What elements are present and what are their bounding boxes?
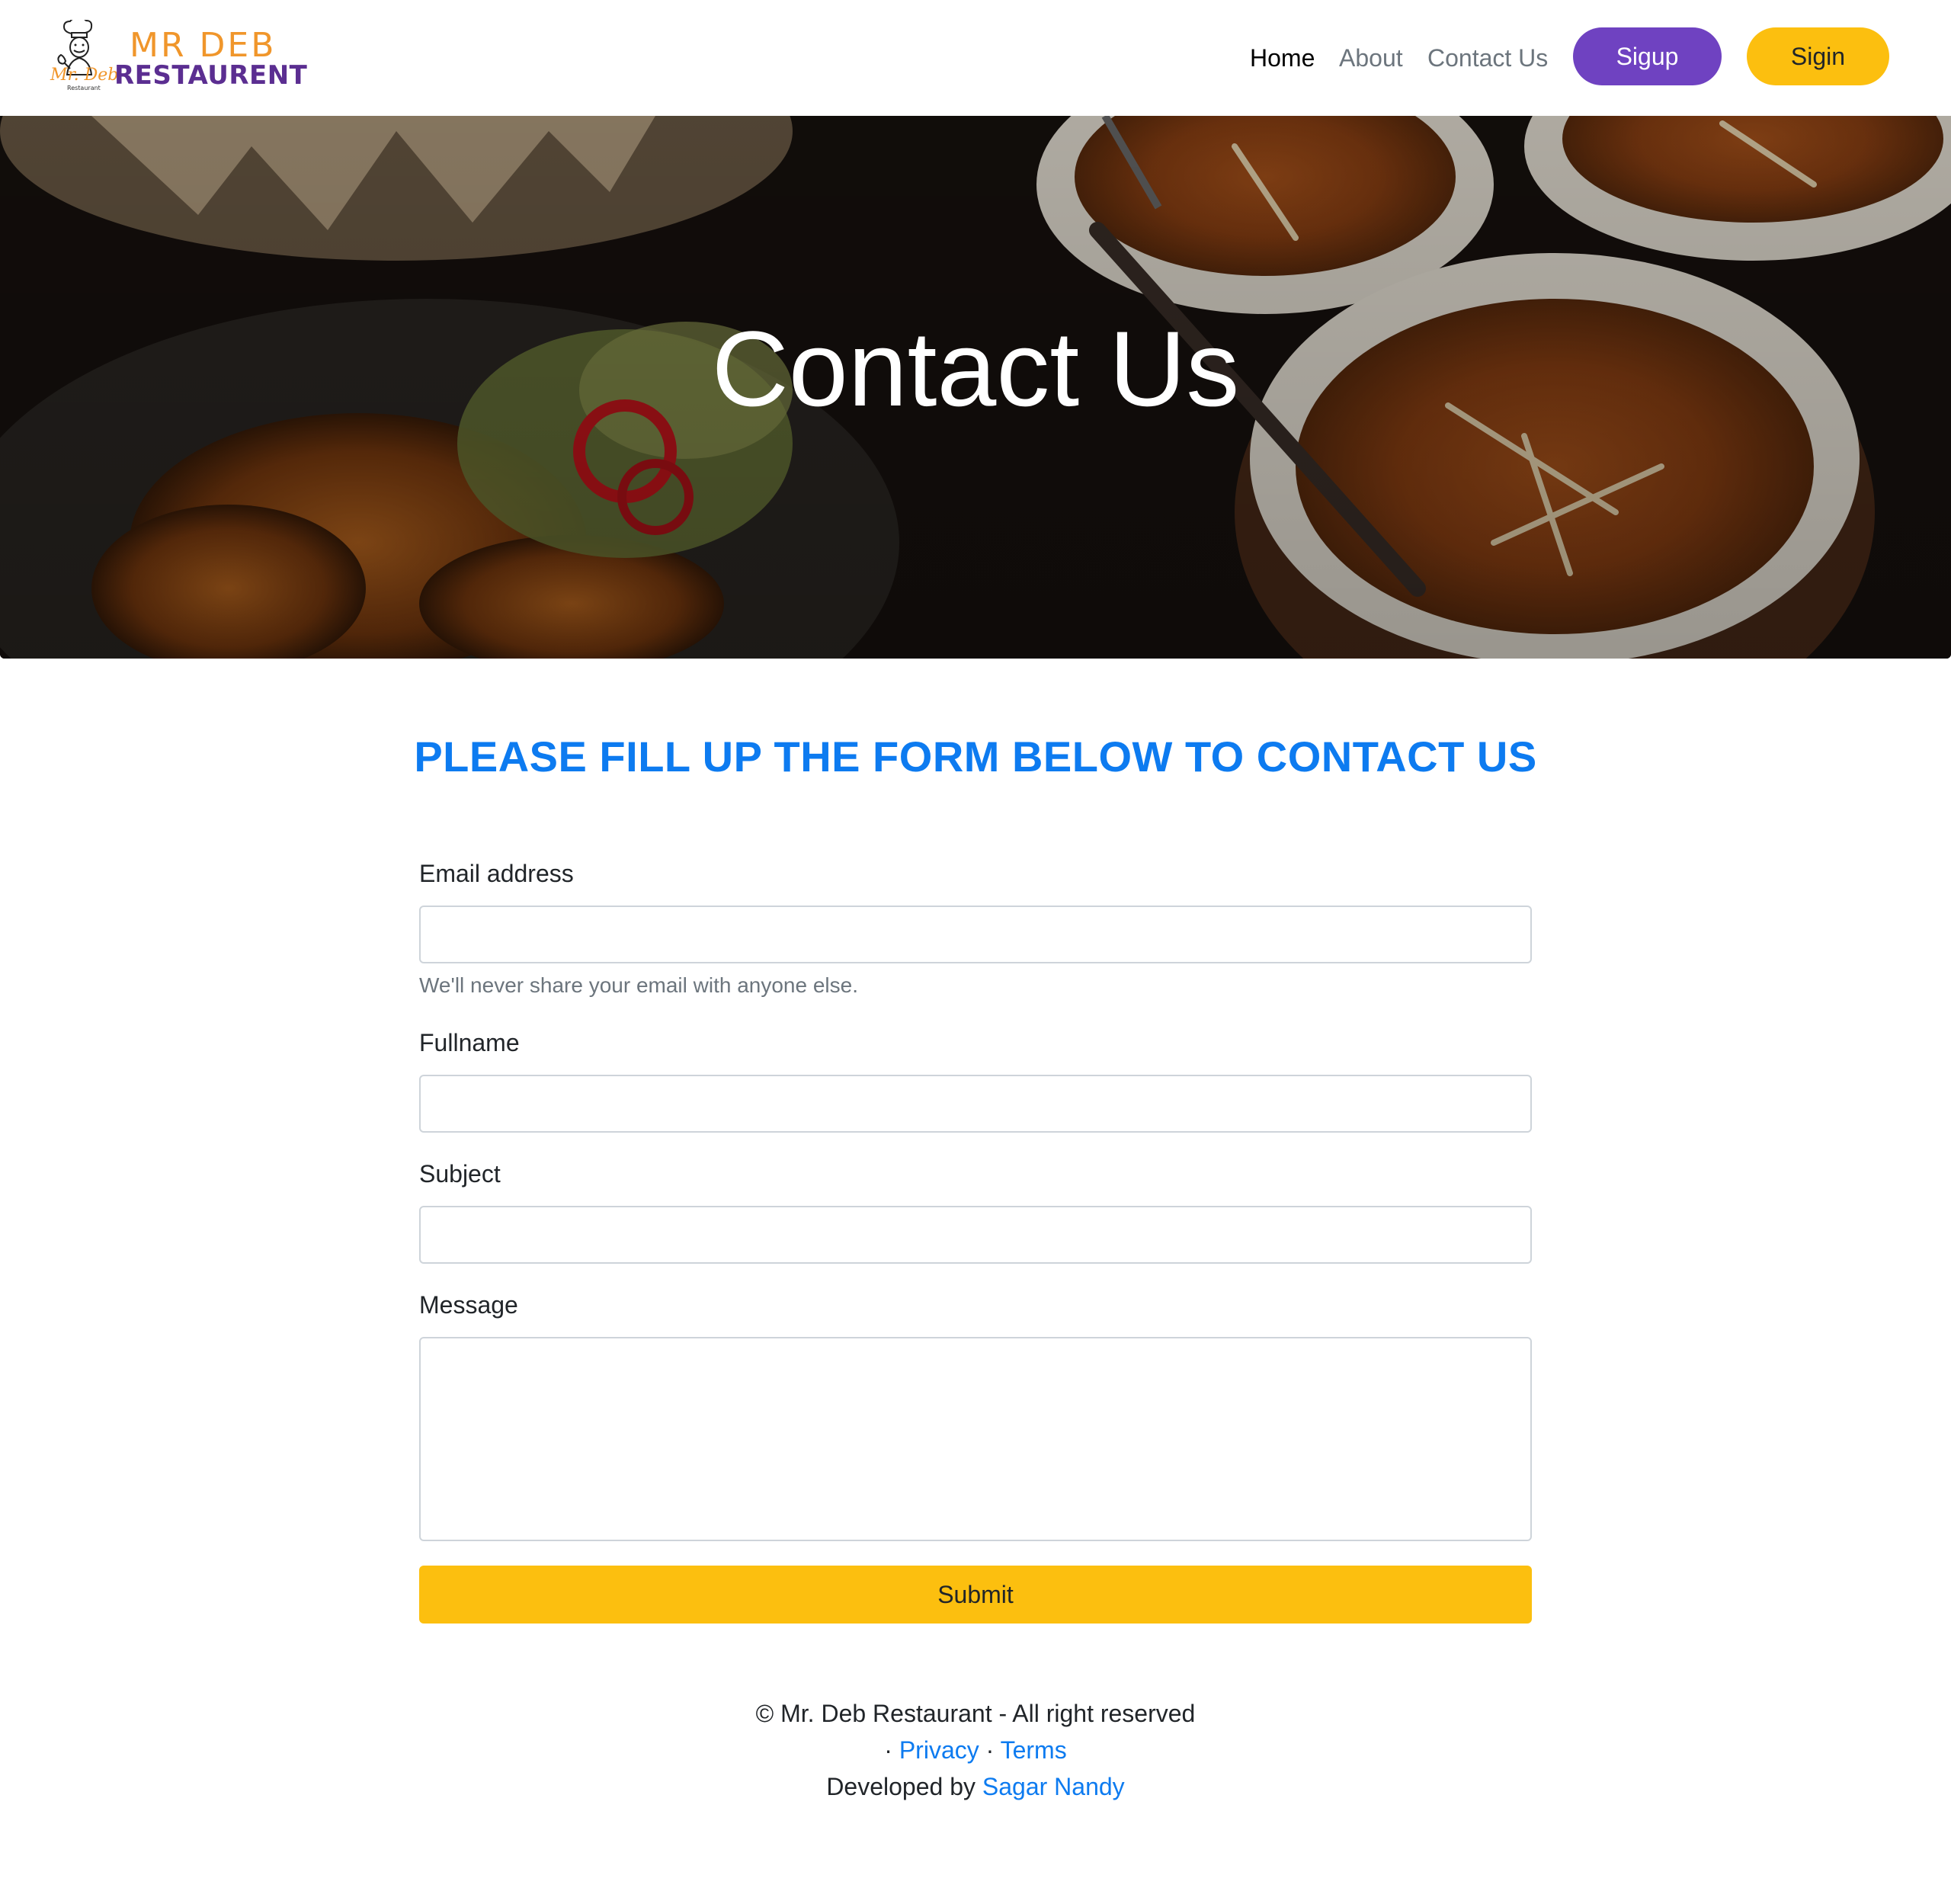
hero-title: Contact Us [711, 309, 1240, 428]
signup-button[interactable]: Sigup [1573, 27, 1722, 85]
message-textarea[interactable] [419, 1337, 1532, 1541]
email-label: Email address [419, 860, 574, 887]
nav-link-home[interactable]: Home [1250, 43, 1315, 73]
footer-developer: Developed by Sagar Nandy [0, 1771, 1951, 1802]
email-help-text: We'll never share your email with anyone… [419, 973, 858, 997]
brand-tiny-text: Restaurant [67, 85, 101, 91]
navbar: Mr. Deb Restaurant MR DEB RESTAURENT Hom… [0, 0, 1951, 116]
email-input[interactable] [419, 906, 1532, 963]
developer-link[interactable]: Sagar Nandy [982, 1773, 1125, 1800]
fullname-input[interactable] [419, 1075, 1532, 1133]
footer-links: · Privacy · Terms [0, 1735, 1951, 1765]
submit-button[interactable]: Submit [419, 1566, 1532, 1624]
hero-banner: Contact Us [0, 116, 1951, 659]
signin-button[interactable]: Sigin [1747, 27, 1889, 85]
footer-separator: · [985, 1736, 995, 1764]
developed-by-text: Developed by [826, 1773, 976, 1800]
message-label: Message [419, 1291, 518, 1319]
footer-separator: · [884, 1736, 892, 1764]
nav-link-contact[interactable]: Contact Us [1427, 43, 1548, 73]
subject-label: Subject [419, 1160, 501, 1188]
subject-input[interactable] [419, 1206, 1532, 1264]
form-heading: PLEASE FILL UP THE FORM BELOW TO CONTACT… [414, 732, 1537, 781]
privacy-link[interactable]: Privacy [899, 1736, 979, 1764]
footer-copyright: © Mr. Deb Restaurant - All right reserve… [755, 1700, 1196, 1727]
terms-link[interactable]: Terms [1001, 1736, 1067, 1764]
fullname-label: Fullname [419, 1029, 520, 1056]
nav-link-about[interactable]: About [1339, 43, 1403, 73]
